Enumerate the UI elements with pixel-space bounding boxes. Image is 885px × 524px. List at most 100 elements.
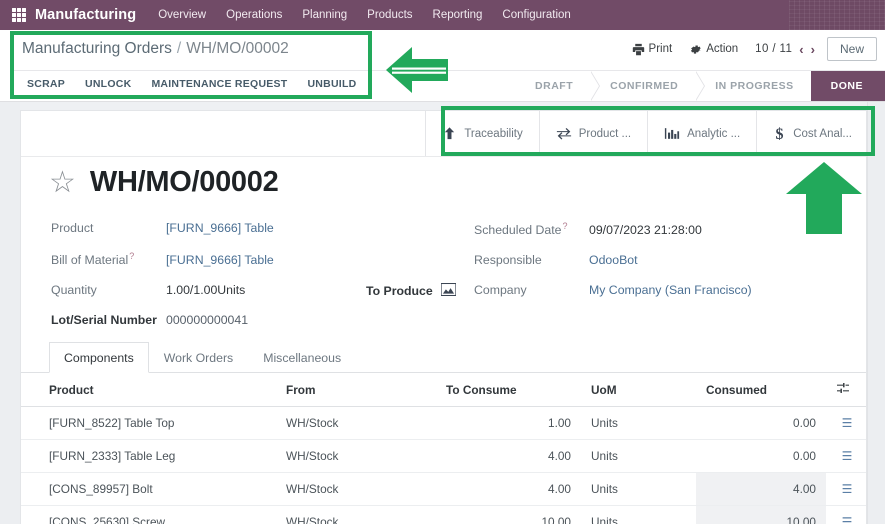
print-button[interactable]: Print — [632, 43, 673, 56]
cell-to-consume[interactable]: 10.00 — [436, 505, 581, 524]
cell-uom[interactable]: Units — [581, 439, 696, 473]
table-row[interactable]: [FURN_8522] Table Top WH/Stock 1.00 Unit… — [21, 406, 866, 440]
list-lines-icon[interactable]: ☰ — [826, 406, 866, 440]
star-outline-icon[interactable]: ☆ — [49, 167, 76, 198]
svg-text:$: $ — [776, 126, 784, 142]
cell-consumed[interactable]: 0.00 — [696, 439, 826, 473]
record-title-row: ☆ WH/MO/00002 — [49, 166, 279, 199]
menu-overview[interactable]: Overview — [158, 9, 206, 21]
cell-from[interactable]: WH/Stock — [276, 439, 436, 473]
form-sheet: Traceability Product ... Analytic ... $ … — [20, 110, 867, 524]
table-row[interactable]: [FURN_2333] Table Leg WH/Stock 4.00 Unit… — [21, 439, 866, 473]
unbuild-button[interactable]: UNBUILD — [307, 78, 356, 90]
form-group-left: Product [FURN_9666] Table Bill of Materi… — [51, 221, 471, 343]
unlock-button[interactable]: UNLOCK — [85, 78, 131, 90]
status-stage-draft[interactable]: DRAFT — [515, 71, 601, 101]
smart-button-bar: Traceability Product ... Analytic ... $ … — [21, 111, 866, 157]
menu-planning[interactable]: Planning — [302, 9, 347, 21]
sliders-icon[interactable] — [826, 373, 866, 407]
breadcrumb-parent[interactable]: Manufacturing Orders — [22, 40, 172, 58]
cell-product[interactable]: [CONS_89957] Bolt — [21, 472, 276, 506]
cell-to-consume[interactable]: 4.00 — [436, 439, 581, 473]
page-title: WH/MO/00002 — [89, 166, 279, 198]
help-tooltip-icon[interactable]: ? — [129, 251, 134, 261]
scrap-button[interactable]: SCRAP — [27, 78, 65, 90]
field-responsible: Responsible OdooBot — [474, 253, 866, 267]
pager-value[interactable]: 10 / 11 — [755, 43, 792, 55]
notebook: Components Work Orders Miscellaneous Pro… — [21, 341, 866, 524]
cell-consumed[interactable]: 4.00 — [696, 472, 826, 506]
cell-uom[interactable]: Units — [581, 406, 696, 440]
pager: 10 / 11 ‹ › — [755, 43, 815, 56]
field-lot-serial-number: Lot/Serial Number 000000000041 — [51, 313, 471, 327]
smart-button-analytic[interactable]: Analytic ... — [647, 111, 756, 156]
cell-consumed[interactable]: 10.00 — [696, 505, 826, 524]
optional-columns-toggle[interactable] — [836, 383, 850, 397]
status-stage-in-progress[interactable]: IN PROGRESS — [695, 71, 822, 101]
pager-previous-icon[interactable]: ‹ — [799, 43, 803, 56]
tab-work-orders[interactable]: Work Orders — [149, 342, 248, 373]
smart-button-traceability[interactable]: Traceability — [425, 111, 538, 156]
field-label: Product — [51, 221, 94, 235]
field-value-lot-serial[interactable]: 000000000041 — [166, 313, 248, 327]
forecast-chart-icon[interactable] — [440, 283, 457, 299]
field-value-product[interactable]: [FURN_9666] Table — [166, 221, 274, 235]
status-stage-done[interactable]: DONE — [810, 71, 885, 101]
cell-product[interactable]: [FURN_2333] Table Leg — [21, 439, 276, 473]
cell-product[interactable]: [CONS_25630] Screw — [21, 505, 276, 524]
cell-to-consume[interactable]: 1.00 — [436, 406, 581, 440]
record-action-buttons: SCRAP UNLOCK MAINTENANCE REQUEST UNBUILD — [27, 78, 356, 90]
menu-products[interactable]: Products — [367, 9, 412, 21]
field-bill-of-material: Bill of Material? [FURN_9666] Table — [51, 251, 471, 267]
help-tooltip-icon[interactable]: ? — [563, 221, 568, 231]
new-button[interactable]: New — [826, 37, 877, 61]
status-bar: DRAFT CONFIRMED IN PROGRESS DONE — [515, 71, 885, 101]
field-value-company[interactable]: My Company (San Francisco) — [589, 283, 752, 297]
menu-configuration[interactable]: Configuration — [502, 9, 570, 21]
tab-components[interactable]: Components — [49, 342, 149, 373]
menu-operations[interactable]: Operations — [226, 9, 282, 21]
right-gutter-scroll[interactable] — [867, 102, 885, 524]
cell-to-consume[interactable]: 4.00 — [436, 472, 581, 506]
to-produce-label: To Produce — [366, 284, 433, 299]
column-header-from[interactable]: From — [276, 373, 436, 407]
cell-from[interactable]: WH/Stock — [276, 406, 436, 440]
action-button[interactable]: Action — [689, 43, 738, 56]
maintenance-request-button[interactable]: MAINTENANCE REQUEST — [151, 78, 287, 90]
breadcrumb-current: WH/MO/00002 — [186, 40, 289, 57]
menu-reporting[interactable]: Reporting — [433, 9, 483, 21]
bar-chart-icon — [664, 126, 680, 141]
cell-from[interactable]: WH/Stock — [276, 505, 436, 524]
cell-consumed[interactable]: 0.00 — [696, 406, 826, 440]
pager-next-icon[interactable]: › — [811, 43, 815, 56]
notebook-tabs: Components Work Orders Miscellaneous — [21, 341, 866, 373]
column-header-product[interactable]: Product — [21, 373, 276, 407]
print-label: Print — [648, 43, 673, 55]
field-value-responsible[interactable]: OdooBot — [589, 253, 638, 267]
table-row[interactable]: [CONS_89957] Bolt WH/Stock 4.00 Units 4.… — [21, 472, 866, 506]
field-value-scheduled-date[interactable]: 09/07/2023 21:28:00 — [589, 223, 702, 237]
to-produce-group: To Produce — [366, 283, 457, 299]
list-lines-icon[interactable]: ☰ — [826, 472, 866, 506]
smart-button-cost-analysis[interactable]: $ Cost Anal... — [756, 111, 866, 156]
tab-miscellaneous[interactable]: Miscellaneous — [248, 342, 356, 373]
field-value-quantity[interactable]: 1.00/1.00Units — [166, 283, 245, 297]
field-value-bom[interactable]: [FURN_9666] Table — [166, 253, 274, 267]
cell-product[interactable]: [FURN_8522] Table Top — [21, 406, 276, 440]
cell-uom[interactable]: Units — [581, 505, 696, 524]
breadcrumb-separator: / — [176, 40, 182, 57]
table-row[interactable]: [CONS_25630] Screw WH/Stock 10.00 Units … — [21, 505, 866, 524]
column-header-uom[interactable]: UoM — [581, 373, 696, 407]
list-lines-icon[interactable]: ☰ — [826, 439, 866, 473]
form-group-right: Scheduled Date? 09/07/2023 21:28:00 Resp… — [474, 221, 866, 313]
action-label: Action — [706, 43, 739, 55]
apps-grid-icon[interactable] — [12, 8, 26, 22]
status-stage-confirmed[interactable]: CONFIRMED — [590, 71, 706, 101]
column-header-consumed[interactable]: Consumed — [696, 373, 826, 407]
list-lines-icon[interactable]: ☰ — [826, 505, 866, 524]
cell-from[interactable]: WH/Stock — [276, 472, 436, 506]
smart-button-product-moves[interactable]: Product ... — [538, 111, 647, 156]
app-brand-manufacturing[interactable]: Manufacturing — [35, 7, 136, 23]
column-header-to-consume[interactable]: To Consume — [436, 373, 581, 407]
cell-uom[interactable]: Units — [581, 472, 696, 506]
